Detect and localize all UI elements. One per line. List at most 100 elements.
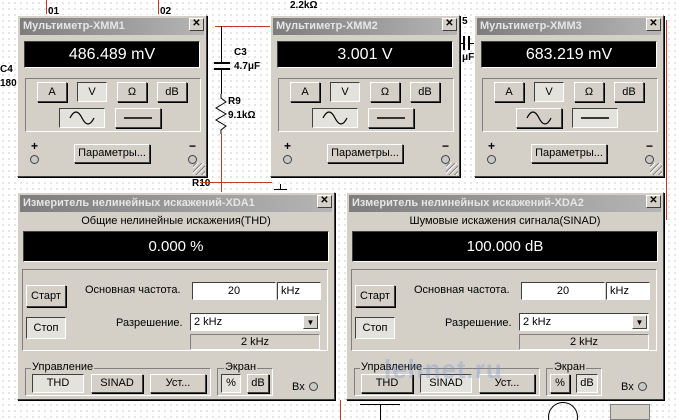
component-box (610, 404, 650, 420)
minus-terminal-label: − (189, 139, 197, 153)
setup-button[interactable]: Уст... (150, 374, 206, 393)
wire (340, 400, 341, 420)
resize-grip-icon[interactable] (650, 163, 662, 175)
resolution-readout: 2 kHz (519, 334, 649, 350)
window-titlebar[interactable]: Мультиметр-XMM1 (20, 18, 204, 35)
wire (221, 134, 222, 194)
resolution-select[interactable]: 2 kHz ▼ (519, 313, 649, 331)
thd-button[interactable]: THD (361, 374, 413, 393)
wire (666, 20, 667, 220)
ac-mode-button[interactable] (312, 108, 358, 128)
ac-mode-button[interactable] (516, 108, 562, 128)
close-icon: ✕ (649, 18, 658, 29)
minus-terminal-label: − (646, 139, 654, 153)
close-button[interactable]: ✕ (442, 18, 457, 31)
chevron-down-icon[interactable]: ▼ (303, 315, 318, 329)
close-button[interactable]: ✕ (646, 195, 661, 208)
input-terminal[interactable] (638, 382, 647, 391)
parameters-button[interactable]: Параметры... (531, 144, 607, 163)
percent-button[interactable]: % (221, 374, 241, 393)
window-titlebar[interactable]: Измеритель нелинейных искажений-XDA2 (349, 195, 661, 212)
resolution-select[interactable]: 2 kHz ▼ (190, 313, 320, 331)
measurement-caption: Общие нелинейные искажения(THD) (81, 215, 271, 227)
ac-mode-button[interactable] (59, 108, 105, 128)
measurement-caption: Шумовые искажения сигнала(SINAD) (409, 215, 601, 227)
close-button[interactable]: ✕ (317, 195, 332, 208)
parameters-button[interactable]: Параметры... (74, 144, 150, 163)
dc-line-icon (581, 117, 609, 119)
fundamental-frequency-input[interactable]: 20 (521, 282, 605, 300)
sinad-button[interactable]: SINAD (420, 374, 472, 393)
stop-button[interactable]: Стоп (26, 317, 66, 339)
mode-button-ohm[interactable]: Ω (117, 82, 147, 102)
resize-grip-icon[interactable] (193, 163, 205, 175)
chevron-down-icon[interactable]: ▼ (632, 315, 647, 329)
resolution-select-value: 2 kHz (523, 316, 552, 328)
mode-button-a[interactable]: A (290, 82, 320, 102)
window-titlebar[interactable]: Мультиметр-XMM2 (273, 18, 457, 35)
close-button[interactable]: ✕ (646, 18, 661, 31)
resolution-label: Разрешение. (116, 317, 183, 329)
multimeter-window-xmm2: Мультиметр-XMM2 ✕ 3.001 V A V Ω dB Парам… (270, 15, 460, 177)
dc-mode-button[interactable] (368, 108, 414, 128)
mode-button-v[interactable]: V (330, 82, 360, 102)
input-terminal[interactable] (309, 382, 318, 391)
fundamental-frequency-label: Основная частота. (414, 284, 510, 296)
multimeter-display: 683.219 mV (481, 41, 657, 68)
capacitor-plate (214, 68, 230, 70)
mode-button-v[interactable]: V (77, 82, 107, 102)
stop-button[interactable]: Стоп (355, 317, 395, 339)
window-titlebar[interactable]: Измеритель нелинейных искажений-XDA1 (20, 195, 332, 212)
wire (221, 70, 222, 94)
mode-button-db[interactable]: dB (410, 82, 440, 102)
db-button[interactable]: dB (576, 374, 598, 393)
mode-button-ohm[interactable]: Ω (370, 82, 400, 102)
distortion-analyzer-window-xda1: Измеритель нелинейных искажений-XDA1 ✕ О… (17, 192, 335, 400)
dc-mode-button[interactable] (115, 108, 161, 128)
parameters-button[interactable]: Параметры... (327, 144, 403, 163)
wire (46, 0, 47, 14)
db-button[interactable]: dB (247, 374, 269, 393)
multimeter-display: 3.001 V (277, 41, 453, 68)
mode-button-v[interactable]: V (534, 82, 564, 102)
frequency-unit-field[interactable]: kHz (277, 282, 321, 300)
sine-wave-icon (69, 111, 95, 125)
ground-symbol (274, 189, 287, 190)
close-icon: ✕ (192, 18, 201, 29)
percent-button[interactable]: % (550, 374, 570, 393)
wire (158, 0, 159, 14)
setup-button[interactable]: Уст... (479, 374, 535, 393)
control-group-label: Управление (360, 361, 424, 373)
close-icon: ✕ (320, 195, 329, 206)
plus-terminal[interactable] (487, 155, 496, 164)
dc-mode-button[interactable] (572, 108, 618, 128)
resize-grip-icon[interactable] (446, 163, 458, 175)
plus-terminal[interactable] (30, 155, 39, 164)
close-icon: ✕ (445, 18, 454, 29)
multimeter-display: 486.489 mV (24, 41, 200, 68)
capacitor-plate (214, 62, 230, 64)
schematic-label: R10 (192, 178, 211, 189)
resolution-label: Разрешение. (445, 317, 512, 329)
mode-button-ohm[interactable]: Ω (574, 82, 604, 102)
wire (215, 26, 272, 27)
mode-button-a[interactable]: A (494, 82, 524, 102)
fundamental-frequency-input[interactable]: 20 (192, 282, 276, 300)
mode-button-db[interactable]: dB (614, 82, 644, 102)
mode-button-a[interactable]: A (37, 82, 67, 102)
control-group-label: Управление (31, 361, 95, 373)
frequency-unit-field[interactable]: kHz (606, 282, 650, 300)
plus-terminal[interactable] (283, 155, 292, 164)
input-label: Вх (292, 381, 305, 393)
mode-button-db[interactable]: dB (157, 82, 187, 102)
sine-wave-icon (322, 111, 348, 125)
thd-button[interactable]: THD (32, 374, 84, 393)
start-button[interactable]: Старт (26, 285, 66, 307)
window-titlebar[interactable]: Мультиметр-XMM3 (477, 18, 661, 35)
component-symbol (548, 402, 578, 420)
close-icon: ✕ (649, 195, 658, 206)
close-button[interactable]: ✕ (189, 18, 204, 31)
schematic-label: μF (462, 52, 475, 63)
start-button[interactable]: Старт (355, 285, 395, 307)
sinad-button[interactable]: SINAD (91, 374, 143, 393)
